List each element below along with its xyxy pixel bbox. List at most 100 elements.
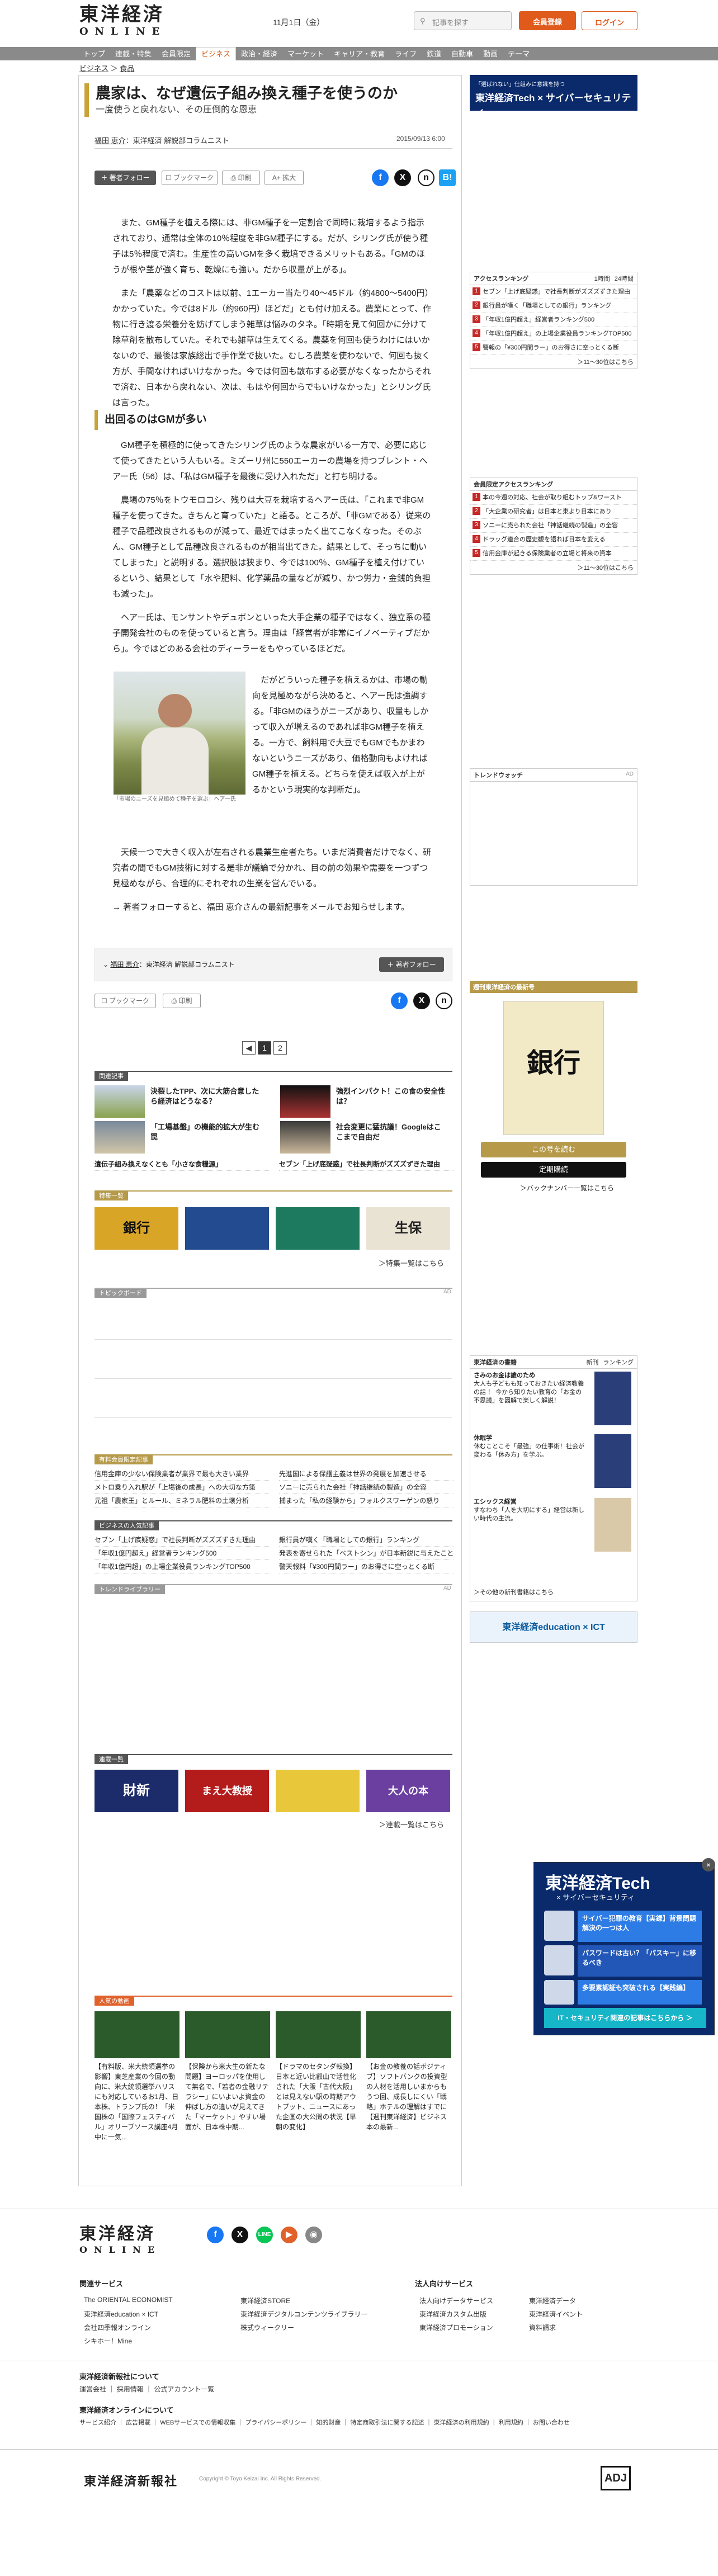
serial-more-link[interactable]: ＞連載一覧はこちら <box>379 1819 444 1830</box>
ranking-item[interactable]: 4 ドラッグ連合の歴史観を語れば日本を変える <box>470 533 637 547</box>
footer-link[interactable]: 広告掲載 <box>126 2419 150 2426</box>
print-button[interactable]: ⎙ 印刷 <box>222 171 260 185</box>
nav-item[interactable]: ビジネス <box>196 47 237 60</box>
popular-item[interactable]: メトロ乗り入れ駅が「上場後の成長」への大切な方策 <box>95 1481 269 1494</box>
prev-page-icon[interactable]: ◀ <box>242 1041 256 1055</box>
serial-tile[interactable]: 大人の本 <box>366 1770 450 1812</box>
book-cover[interactable] <box>594 1372 631 1425</box>
font-size-button[interactable]: A+ 拡大 <box>264 171 304 185</box>
footer-link[interactable]: 株式ウィークリー <box>240 2323 294 2332</box>
book-cover[interactable] <box>594 1434 631 1488</box>
ranking-more-link[interactable]: ＞11～30位はこちら <box>470 355 637 368</box>
special-tile[interactable] <box>276 1207 360 1250</box>
ranking-item[interactable]: 1 本の今週の対応、社会が取り組むトップ&ワースト <box>470 491 637 505</box>
books-tab[interactable]: ランキング <box>603 1358 634 1367</box>
video-card[interactable]: 【保険から米大生の新たな問題】ヨーロッパを使用して無名で、「若者の金融リテラシー… <box>185 2011 270 2173</box>
special-tile[interactable]: 銀行 <box>95 1207 178 1250</box>
site-logo[interactable]: 東洋経済 ONLINE <box>79 3 186 40</box>
backnumber-link[interactable]: ＞バックナンバー一覧はこちら <box>520 1183 614 1193</box>
ranking-item[interactable]: 銀行員が嘆く「職場としての銀行」ランキング <box>279 1534 454 1547</box>
footer-link[interactable]: 東洋経済データ <box>529 2296 576 2305</box>
search-input[interactable]: ⚲ 記事を探す <box>414 11 512 30</box>
footer-link[interactable]: 特定商取引法に関する記述 <box>350 2419 424 2426</box>
popup-card[interactable]: サイバー犯罪の教育【実録】背景問題解決の一つは人 <box>578 1911 702 1942</box>
related-card[interactable]: 決裂したTPP、次に大筋合意したら経済はどうなる？ <box>95 1085 262 1119</box>
footer-link[interactable]: 採用情報 <box>117 2385 144 2393</box>
books-tab[interactable]: 新刊 <box>586 1358 598 1367</box>
footer-link[interactable]: The ORIENTAL ECONOMIST <box>84 2296 173 2304</box>
footer-logo[interactable]: 東洋経済 ONLINE <box>79 2220 161 2255</box>
related-card[interactable]: 「工場基盤」の機能的拡大が生む罠 <box>95 1121 262 1155</box>
ranking-item[interactable]: 発表を寄せられた「ベストシン」が日本新鋭に与えたこと <box>279 1547 454 1560</box>
nav-item[interactable]: 自動車 <box>446 48 478 61</box>
ranking-more-link[interactable]: ＞11～30位はこちら <box>470 561 637 574</box>
x-share-icon[interactable]: X <box>394 169 411 186</box>
special-tile[interactable] <box>185 1207 269 1250</box>
book-item[interactable]: 休眠学 休むことこそ「最強」の仕事術！社会が変わる「休み方」を学ぶ。 <box>474 1434 585 1459</box>
related-card[interactable]: 強烈インパクト！この食の安全性は？ <box>280 1085 448 1119</box>
author-name[interactable]: 福田 恵介 <box>95 136 126 145</box>
footer-link[interactable]: 東洋経済カスタム出版 <box>419 2309 486 2319</box>
nav-item[interactable]: 鉄道 <box>422 48 446 61</box>
books-more-link[interactable]: ＞その他の新刊書籍はこちら <box>474 1587 554 1596</box>
buy-issue-button[interactable]: この号を読む <box>481 1142 626 1157</box>
popup-card[interactable]: パスワードは古い？「パスキー」に移るべき <box>578 1945 702 1977</box>
ranking-item[interactable]: 4 「年収1億円超え」の上場企業役員ランキングTOP500 <box>470 327 637 341</box>
footer-link[interactable]: 公式アカウント一覧 <box>154 2385 214 2393</box>
ranking-tab[interactable]: 1時間 <box>594 274 610 283</box>
footer-link[interactable]: 東洋経済プロモーション <box>419 2323 493 2332</box>
ranking-item[interactable]: 「年収1億円超え」経営者ランキング500 <box>95 1547 269 1560</box>
footer-link[interactable]: 東洋経済イベント <box>529 2309 583 2319</box>
page-link[interactable]: 1 <box>258 1041 271 1055</box>
breadcrumb-item[interactable]: 食品 <box>120 64 134 73</box>
nav-item[interactable]: 連載・特集 <box>110 48 157 61</box>
footer-link[interactable]: プライバシーポリシー <box>245 2419 306 2426</box>
footer-link[interactable]: 東洋経済の利用規約 <box>434 2419 489 2426</box>
nav-item[interactable]: 政治・経済 <box>236 48 282 61</box>
hatena-share-icon[interactable]: B! <box>439 169 456 186</box>
profile-follow-button[interactable]: ＋ 著者フォロー <box>379 957 444 972</box>
youtube-icon[interactable]: ▶ <box>281 2227 297 2243</box>
register-button[interactable]: 会員登録 <box>519 11 576 30</box>
serial-tile[interactable]: 財新 <box>95 1770 178 1812</box>
ranking-item[interactable]: 1 セブン「上げ底疑惑」で社長判断がズズズずきた理由 <box>470 285 637 299</box>
serial-tile[interactable] <box>276 1770 360 1812</box>
ranking-item[interactable]: セブン「上げ底疑惑」で社長判断がズズズずきた理由 <box>95 1534 269 1547</box>
footer-link[interactable]: 東洋経済STORE <box>240 2296 290 2305</box>
login-button[interactable]: ログイン <box>582 11 637 30</box>
company-logo[interactable]: 東洋経済新報社 <box>84 2471 178 2489</box>
ranking-item[interactable]: 2 銀行員が嘆く「職場としての銀行」ランキング <box>470 299 637 313</box>
footer-link[interactable]: WEBサービスでの情報収集 <box>160 2419 235 2426</box>
follow-author-button[interactable]: ＋ 著者フォロー <box>95 171 156 185</box>
ranking-item[interactable]: 警天報料「¥300円間ラー」のお得さに空っとくる断 <box>279 1561 454 1573</box>
ranking-tab[interactable]: 24時間 <box>615 274 634 283</box>
popup-card[interactable]: 多要素認証も突破される【実践編】 <box>578 1980 702 2005</box>
close-icon[interactable]: × <box>702 1858 715 1871</box>
book-cover[interactable] <box>594 1498 631 1552</box>
popular-item[interactable]: 捕まった「私の経験から」フォルクスワーゲンの怒り <box>279 1495 454 1507</box>
facebook-share-icon[interactable]: f <box>372 169 389 186</box>
profile-author-name[interactable]: 福田 恵介 <box>110 961 139 968</box>
popular-item[interactable]: 元祖「農家王」とルール、ミネラル肥料の土壌分析 <box>95 1495 269 1507</box>
breadcrumb-item[interactable]: ビジネス <box>79 64 108 73</box>
book-item[interactable]: エシックス経営 すなわち「人を大切にする」経営は新しい時代の主流。 <box>474 1498 585 1523</box>
sidebar-top-ad[interactable]: 「選ばれない」仕組みに意識を持つ 東洋経済Tech × サイバーセキュリティ <box>470 75 637 117</box>
ranking-item[interactable]: 5 警報の「¥300円間ラー」のお得さに空っとくる断 <box>470 341 637 355</box>
ranking-item[interactable]: 2 「大企業の研究者」は日本と東より日本にあり <box>470 505 637 519</box>
ranking-item[interactable]: 3 ソニーに売られた会社「神話継続の製造」の全容 <box>470 519 637 533</box>
nav-item[interactable]: マーケット <box>282 48 329 61</box>
footer-link[interactable]: 運営会社 <box>79 2385 106 2393</box>
magazine-cover[interactable]: 銀行 <box>503 1001 604 1135</box>
related-card[interactable]: 社会変更に猛抗議！Googleはここまで自由だ <box>280 1121 448 1155</box>
page-link[interactable]: 2 <box>273 1041 287 1055</box>
popular-item[interactable]: 先進国による保護主義は世界の発展を加速させる <box>279 1468 454 1481</box>
footer-link[interactable]: 会社四季報オンライン <box>84 2323 151 2332</box>
nav-item[interactable]: ライフ <box>390 48 422 61</box>
facebook-icon[interactable]: f <box>207 2227 224 2243</box>
footer-link[interactable]: 東洋経済education × ICT <box>84 2309 158 2319</box>
popular-item[interactable]: 信用金庫の少ない保険業者が業界で最も大きい業界 <box>95 1468 269 1481</box>
nav-item[interactable]: 会員限定 <box>157 48 196 61</box>
x-share-icon[interactable]: X <box>413 992 430 1009</box>
ranking-item[interactable]: 「年収1億円超」の上場企業役員ランキングTOP500 <box>95 1561 269 1573</box>
video-card[interactable]: 【ドラマのセタンダ転換】日本と近い比叡山で活性化された「大阪「古代大阪」とは見え… <box>276 2011 361 2173</box>
